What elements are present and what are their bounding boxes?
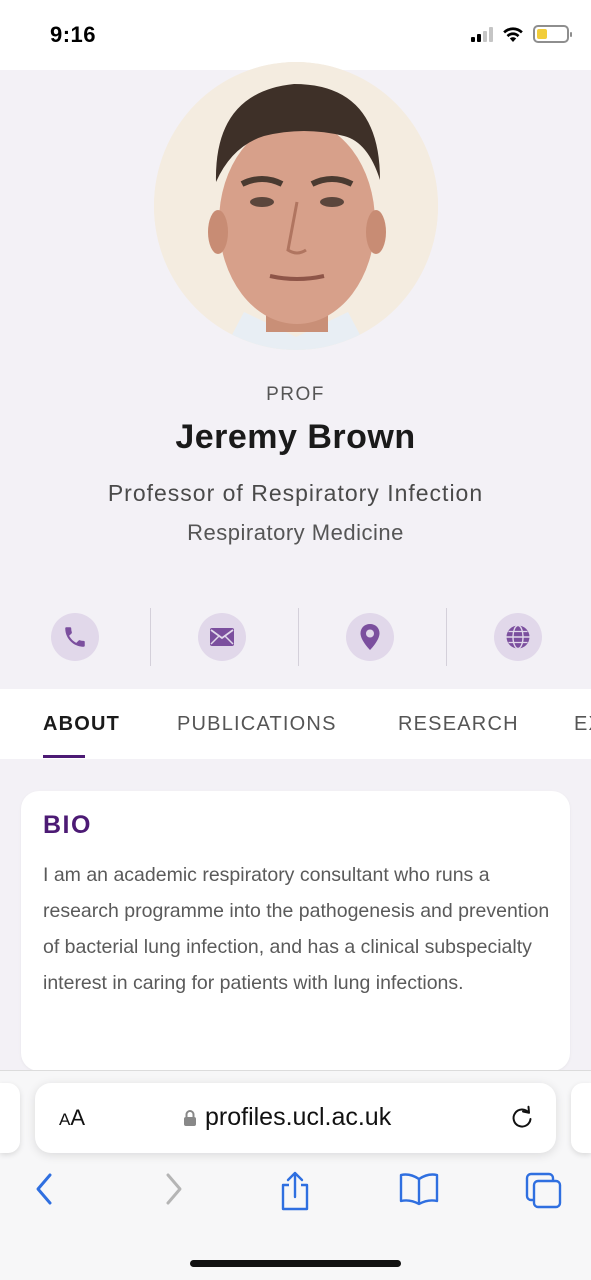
reload-icon [512, 1105, 532, 1128]
url-display[interactable]: profiles.ucl.ac.uk [183, 1103, 391, 1132]
phone-button[interactable] [51, 613, 99, 661]
back-button[interactable] [34, 1171, 56, 1212]
back-icon [36, 1173, 52, 1205]
tab-overflow[interactable]: EX [574, 713, 591, 736]
contact-divider [150, 608, 151, 666]
contact-actions [0, 608, 591, 666]
profile-name: Jeremy Brown [175, 418, 416, 456]
browser-bottom-bar: AA profiles.ucl.ac.uk [0, 1070, 591, 1280]
status-icons [471, 25, 572, 43]
profile-tabs: ABOUT PUBLICATIONS RESEARCH EX [0, 689, 591, 759]
location-pin-icon [360, 624, 380, 650]
profile-photo [154, 62, 438, 350]
tab-research[interactable]: RESEARCH [398, 713, 519, 736]
cellular-signal-icon [471, 26, 493, 42]
profile-header: PROF Jeremy Brown Professor of Respirato… [0, 62, 591, 689]
active-tab-indicator [43, 755, 85, 758]
wifi-icon [503, 27, 523, 42]
text-size-button[interactable]: AA [59, 1105, 85, 1131]
previous-tab-preview[interactable] [0, 1083, 20, 1153]
share-button[interactable] [278, 1171, 312, 1216]
tab-publications[interactable]: PUBLICATIONS [177, 713, 337, 736]
phone-icon [65, 627, 85, 647]
contact-divider [446, 608, 447, 666]
status-bar: 9:16 [0, 0, 591, 70]
tab-content: BIO I am an academic respiratory consult… [0, 759, 591, 1079]
text-size-large-glyph: A [70, 1105, 86, 1130]
profile-rank: PROF [266, 384, 325, 405]
email-button[interactable] [198, 613, 246, 661]
address-bar[interactable]: AA profiles.ucl.ac.uk [35, 1083, 556, 1153]
browser-toolbar [0, 1171, 591, 1221]
location-button[interactable] [346, 613, 394, 661]
next-tab-preview[interactable] [571, 1083, 591, 1153]
email-icon [210, 628, 234, 646]
globe-icon [506, 624, 530, 650]
tabs-button[interactable] [524, 1171, 564, 1214]
home-indicator [190, 1260, 401, 1267]
website-button[interactable] [494, 613, 542, 661]
text-size-small-glyph: A [59, 1110, 71, 1129]
forward-icon [166, 1173, 182, 1205]
contact-divider [298, 608, 299, 666]
profile-department: Respiratory Medicine [187, 520, 404, 545]
tabs-icon [525, 1172, 562, 1209]
bookmarks-button[interactable] [398, 1171, 440, 1212]
profile-job-title: Professor of Respiratory Infection [107, 480, 484, 506]
status-time: 9:16 [50, 22, 97, 47]
share-icon [281, 1171, 309, 1211]
bio-card: BIO I am an academic respiratory consult… [21, 791, 570, 1071]
lock-icon [184, 1109, 196, 1126]
bookmarks-icon [399, 1173, 439, 1206]
tab-about[interactable]: ABOUT [43, 713, 120, 736]
battery-level [537, 29, 547, 39]
bio-text: I am an academic respiratory consultant … [43, 864, 550, 994]
forward-button[interactable] [162, 1171, 184, 1212]
reload-button[interactable] [510, 1105, 534, 1136]
bio-heading: BIO [43, 811, 92, 839]
url-text: profiles.ucl.ac.uk [205, 1103, 392, 1131]
battery-icon [533, 25, 572, 43]
